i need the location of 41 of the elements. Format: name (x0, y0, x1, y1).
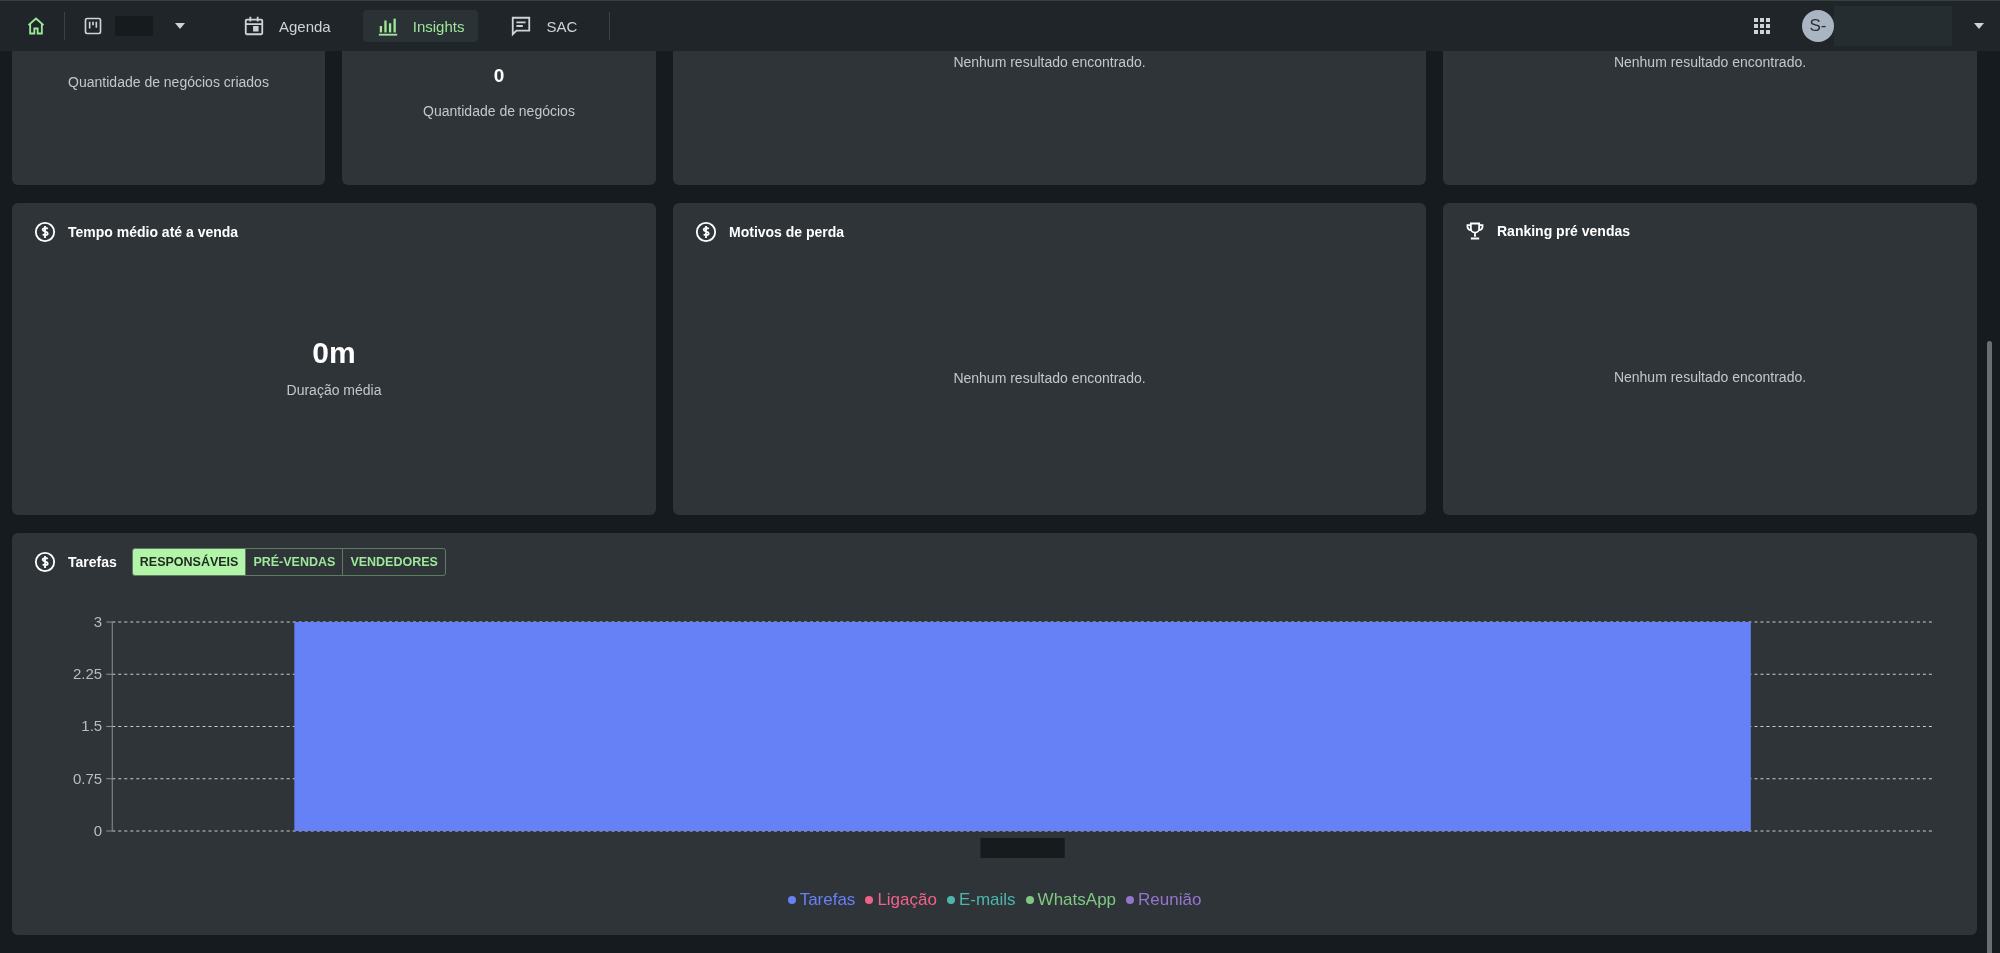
card-title: Motivos de perda (729, 224, 845, 240)
card-title: Tarefas (68, 554, 117, 570)
legend-item[interactable]: E-mails (946, 890, 1016, 910)
axis-tick-label: 0 (93, 822, 103, 839)
toggle-button[interactable]: PRÉ-VENDAS (245, 548, 344, 576)
apps-icon[interactable] (1754, 18, 1770, 34)
metric-caption: Duração média (286, 382, 382, 398)
toggle-button[interactable]: VENDEDORES (342, 548, 446, 576)
scrollbar-thumb[interactable] (1986, 341, 1992, 953)
dollar-coin-icon (34, 221, 56, 243)
home-icon[interactable] (26, 16, 46, 36)
empty-message: Nenhum resultado encontrado. (953, 370, 1146, 386)
card-title: Ranking pré vendas (1497, 223, 1631, 239)
legend-item[interactable]: WhatsApp (1025, 890, 1117, 910)
metric-caption: Quantidade de negócios criados (68, 74, 269, 90)
dollar-coin-icon (695, 221, 717, 243)
empty-message: Nenhum resultado encontrado. (953, 54, 1146, 70)
toggle-button[interactable]: RESPONSÁVEIS (131, 548, 247, 576)
caret-icon[interactable] (1974, 23, 1984, 29)
chat-icon (510, 15, 533, 37)
metric-caption: Quantidade de negócios (423, 103, 575, 119)
card-title: Tempo médio até a venda (68, 224, 239, 240)
axis-tick-label: 0.75 (73, 769, 103, 787)
dollar-coin-icon (34, 551, 56, 573)
axis-tick-label: 1.5 (81, 717, 103, 735)
legend-item[interactable]: Tarefas (787, 890, 856, 910)
avatar[interactable]: S- (1802, 10, 1834, 42)
caret-icon[interactable] (175, 23, 185, 29)
nav-tab[interactable]: SAC (496, 10, 592, 42)
trophy-icon (1465, 221, 1485, 241)
axis-tick-label: 3 (93, 613, 103, 630)
empty-message: Nenhum resultado encontrado. (1613, 54, 1807, 70)
nav-tab[interactable]: Agenda (229, 10, 345, 42)
nav-tab[interactable]: Insights (362, 10, 479, 42)
metric-value: 0m (312, 336, 356, 370)
calendar-icon (243, 15, 265, 37)
legend-item[interactable]: Ligação (865, 890, 937, 910)
metric-value: 0 (493, 65, 505, 87)
axis-tick-label: 2.25 (73, 665, 103, 683)
board-icon[interactable] (83, 16, 103, 36)
empty-message: Nenhum resultado encontrado. (1613, 369, 1807, 385)
